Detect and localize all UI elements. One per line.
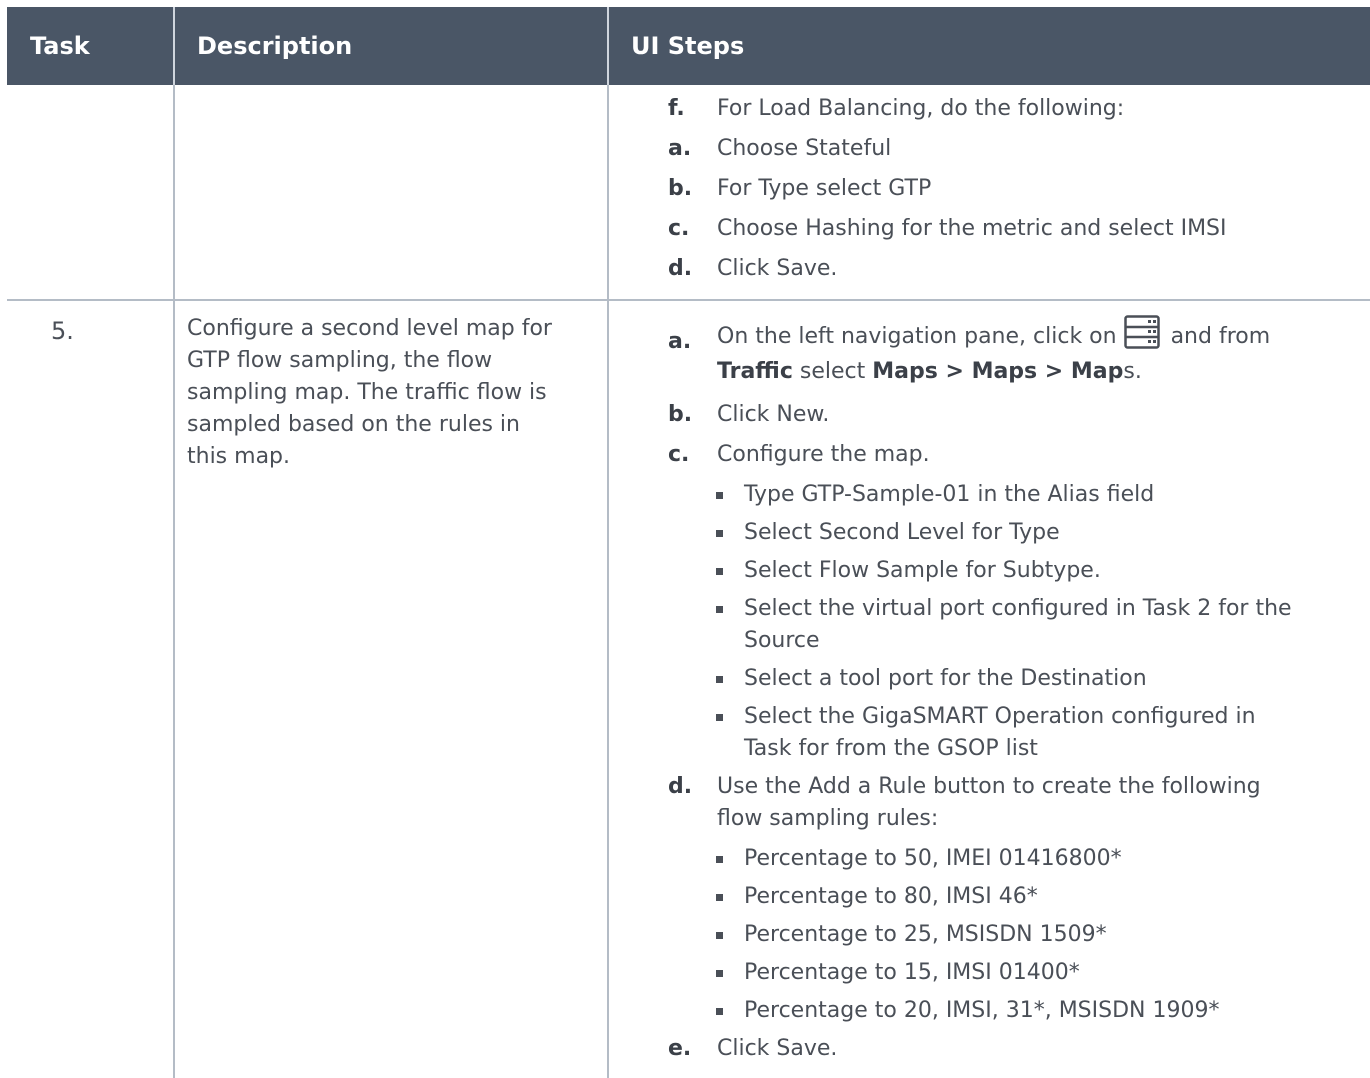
step-text: and from: [1170, 324, 1271, 349]
bullet-text: Select a tool port for the Destination: [744, 666, 1147, 691]
bullet-icon: [716, 1008, 723, 1015]
step-text: On the left navigation pane, click on: [717, 324, 1117, 349]
bullet-text: Select the virtual port configured in Ta…: [744, 596, 1292, 621]
task-number: 5.: [51, 317, 74, 345]
step-letter: d.: [668, 256, 693, 281]
navigation-menu-icon[interactable]: [1123, 315, 1160, 349]
header-task: Task: [30, 32, 90, 60]
bullet-icon: [716, 932, 723, 939]
bullet-icon: [716, 568, 723, 575]
step-letter: a.: [668, 136, 692, 161]
bullet-text: Percentage to 20, IMSI, 31*, MSISDN 1909…: [744, 998, 1220, 1023]
step-letter: b.: [668, 402, 693, 427]
bullet-text: Type GTP-Sample-01 in the Alias field: [744, 482, 1155, 507]
bullet-text: Source: [744, 628, 820, 653]
step-text: Use the Add a Rule button to create the …: [717, 774, 1261, 799]
bullet-icon: [716, 714, 723, 721]
bullet-icon: [716, 530, 723, 537]
table-header: Task Description UI Steps: [7, 7, 1370, 85]
description-line: this map.: [187, 444, 291, 469]
bullet-icon: [716, 676, 723, 683]
procedure-table: Task Description UI Steps f. For Load Ba…: [7, 7, 1370, 1078]
description-line: Configure a second level map for: [187, 316, 552, 341]
step-letter: f.: [668, 96, 685, 121]
step-text: For Load Balancing, do the following:: [717, 96, 1125, 121]
bullet-text: Select the GigaSMART Operation configure…: [744, 704, 1256, 729]
step-text: Choose Hashing for the metric and select…: [717, 216, 1227, 241]
step-letter: c.: [668, 216, 690, 241]
step-a-line-1: On the left navigation pane, click on an…: [717, 315, 1270, 349]
step-letter: a.: [668, 329, 692, 354]
column-divider: [173, 85, 175, 1078]
step-text: Click Save.: [717, 1036, 838, 1061]
step-a-line-2: Traffic select Maps > Maps > Maps.: [717, 359, 1142, 384]
step-text: flow sampling rules:: [717, 806, 939, 831]
bullet-icon: [716, 606, 723, 613]
bullet-icon: [716, 894, 723, 901]
task-description: Configure a second level map for GTP flo…: [187, 313, 552, 473]
bullet-text: Percentage to 80, IMSI 46*: [744, 884, 1038, 909]
step-text: Click New.: [717, 402, 830, 427]
row-divider: [7, 299, 1370, 301]
bullet-icon: [716, 856, 723, 863]
step-text: Configure the map.: [717, 442, 930, 467]
step-letter: e.: [668, 1036, 692, 1061]
bullet-text: Task for from the GSOP list: [744, 736, 1038, 761]
header-description: Description: [197, 32, 353, 60]
ui-term-traffic: Traffic: [717, 359, 793, 384]
description-line: GTP flow sampling, the flow: [187, 348, 493, 373]
bullet-icon: [716, 970, 723, 977]
step-letter: b.: [668, 176, 693, 201]
bullet-text: Select Second Level for Type: [744, 520, 1060, 545]
bullet-icon: [716, 492, 723, 499]
step-text: Choose Stateful: [717, 136, 892, 161]
header-divider: [173, 7, 175, 85]
bullet-text: Percentage to 50, IMEI 01416800*: [744, 846, 1122, 871]
description-line: sampled based on the rules in: [187, 412, 520, 437]
step-text: For Type select GTP: [717, 176, 932, 201]
step-text: s.: [1123, 359, 1142, 384]
step-text: select: [792, 359, 873, 384]
description-line: sampling map. The traffic flow is: [187, 380, 547, 405]
bullet-text: Select Flow Sample for Subtype.: [744, 558, 1101, 583]
step-letter: c.: [668, 442, 690, 467]
step-letter: d.: [668, 774, 693, 799]
column-divider: [607, 85, 609, 1078]
step-text: Click Save.: [717, 256, 838, 281]
ui-term-maps-path: Maps > Maps > Map: [872, 359, 1124, 384]
header-ui-steps: UI Steps: [631, 32, 745, 60]
bullet-text: Percentage to 15, IMSI 01400*: [744, 960, 1080, 985]
bullet-text: Percentage to 25, MSISDN 1509*: [744, 922, 1107, 947]
header-divider: [607, 7, 609, 85]
